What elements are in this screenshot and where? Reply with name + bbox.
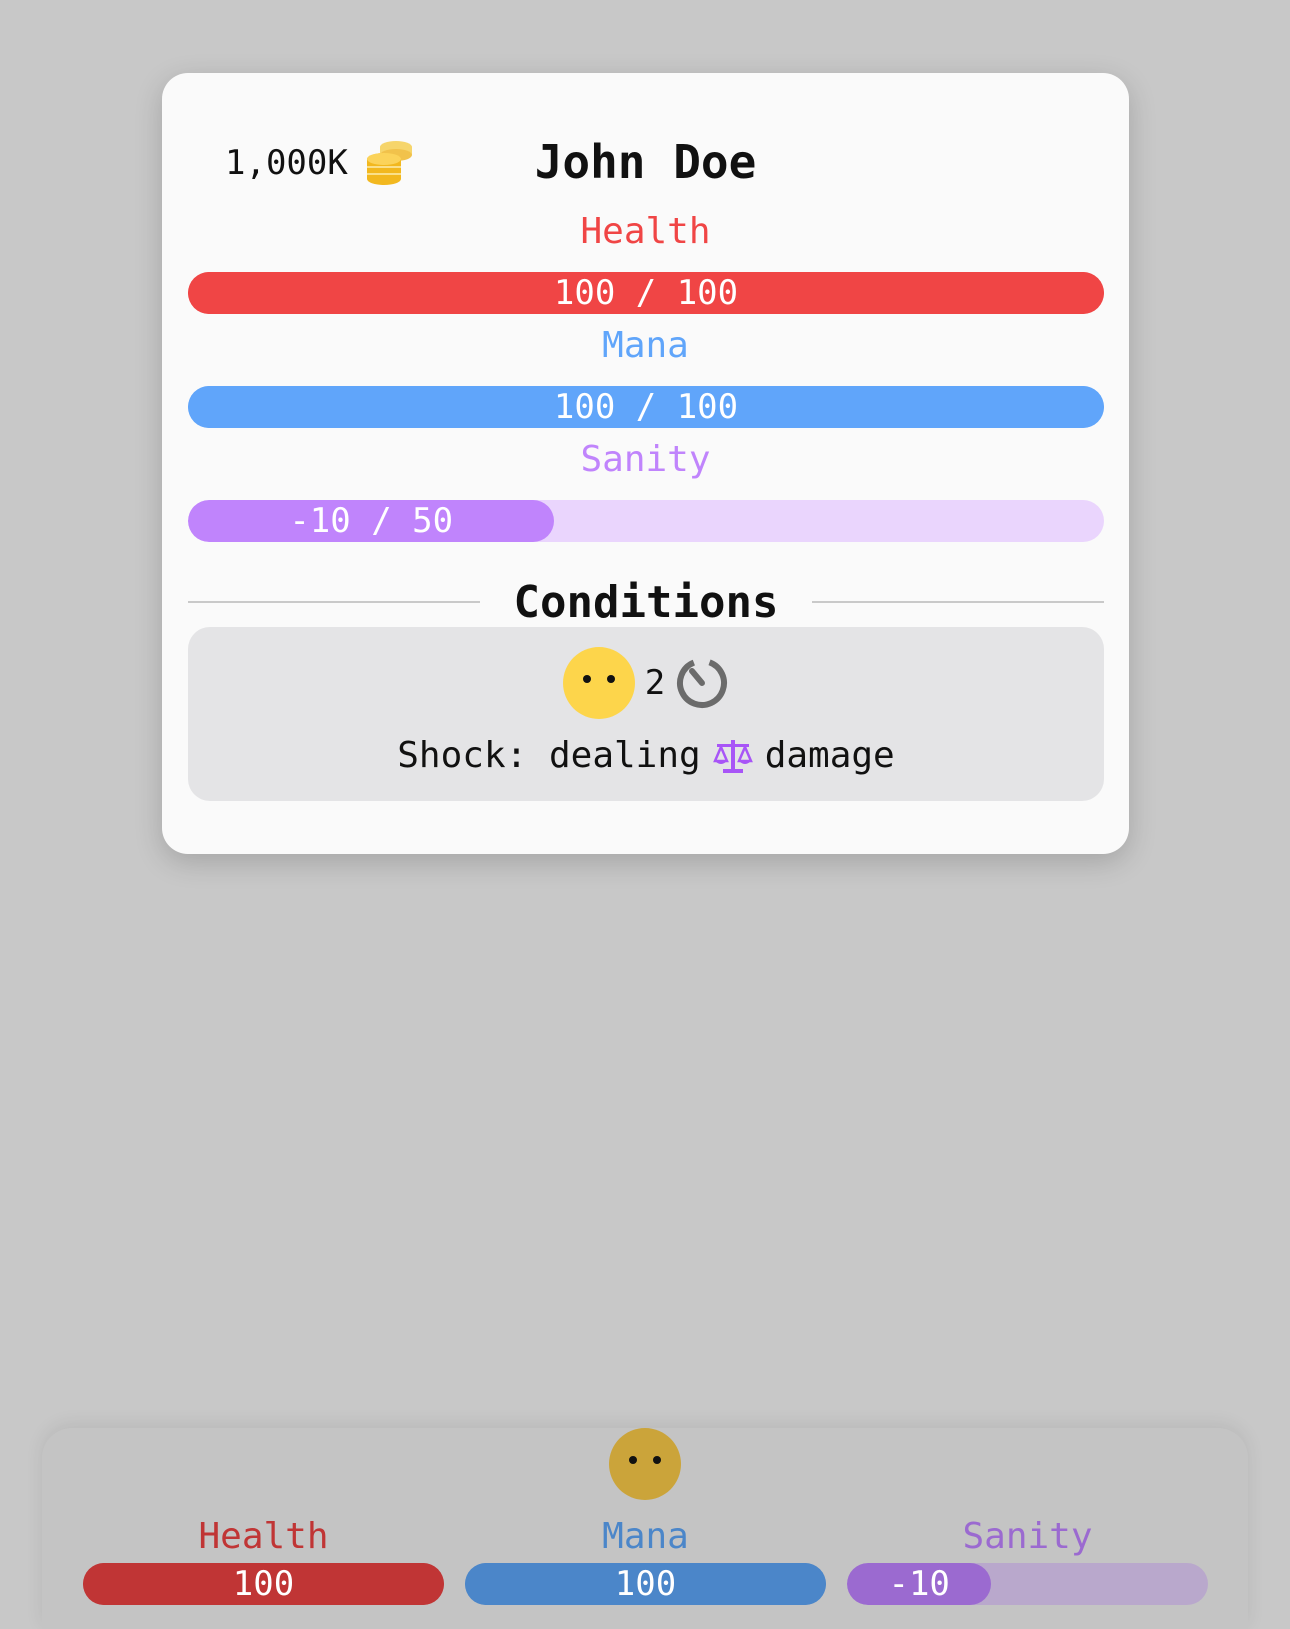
mini-health-value: 100 [232,1564,295,1604]
mini-face-eye-left [629,1456,637,1464]
mini-mana: Mana 100 [465,1516,826,1605]
sanity-label: Sanity [580,439,711,480]
condition-desc-prefix: Shock: dealing [397,735,701,776]
face-eye-left [582,675,591,683]
health-bar: 100 / 100 [188,272,1104,314]
timer-icon [677,658,728,708]
condition-item[interactable]: 2 Shock: dealing damage [188,627,1104,801]
condition-turns: 2 [644,663,666,703]
conditions-divider: Conditions [188,577,1104,628]
mini-sanity-bar: -10 [847,1563,1208,1605]
mana-bar-text: 100 / 100 [553,387,739,427]
mini-health: Health 100 [83,1516,444,1605]
face-eye-right [606,675,615,683]
health-label: Health [580,211,711,252]
character-name: John Doe [534,135,757,189]
mana-label: Mana [602,325,689,366]
sanity-bar: -10 / 50 [188,500,1104,542]
mini-sanity-label: Sanity [962,1516,1093,1557]
sanity-bar-text: -10 / 50 [289,501,454,541]
condition-face-icon [609,1428,681,1500]
mini-health-bar: 100 [83,1563,444,1605]
yellow-face-icon [562,647,635,719]
condition-header: 2 [188,647,1104,719]
condition-desc-suffix: damage [764,735,895,776]
mini-face-eye-right [653,1456,661,1464]
mini-mana-label: Mana [602,1516,689,1557]
mini-mana-bar: 100 [465,1563,826,1605]
mini-health-label: Health [198,1516,329,1557]
mini-sanity: Sanity -10 [847,1516,1208,1605]
character-card: 1,000K John Doe Health 100 / 100 Mana 10… [162,73,1129,854]
health-bar-text: 100 / 100 [553,273,739,313]
scale-icon [712,739,753,773]
mana-bar: 100 / 100 [188,386,1104,428]
mini-mana-value: 100 [614,1564,677,1604]
conditions-title: Conditions [513,577,779,628]
mini-sanity-value: -10 [888,1564,950,1604]
condition-description: Shock: dealing damage [188,735,1104,776]
mini-status-panel[interactable]: Health 100 Mana 100 Sanity -10 [42,1428,1248,1629]
